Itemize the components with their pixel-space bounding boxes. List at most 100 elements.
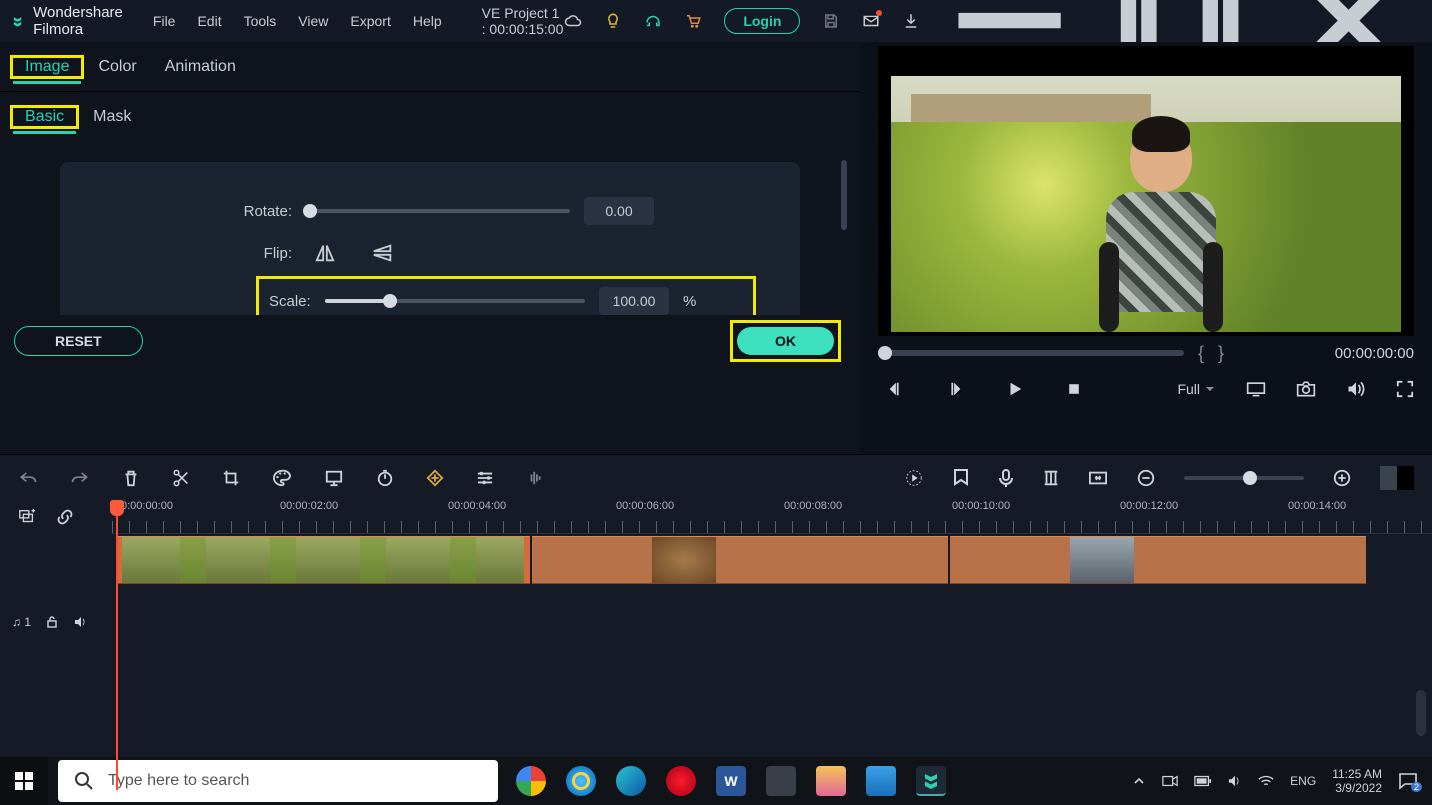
cloud-icon[interactable]: [564, 12, 582, 30]
playhead[interactable]: [116, 500, 118, 790]
flip-vertical-icon[interactable]: [372, 243, 394, 263]
time-ruler[interactable]: |00:00:00:00 00:00:02:00 00:00:04:00 00:…: [112, 500, 1432, 534]
app-logo-icon: [12, 10, 23, 32]
subtab-mask[interactable]: Mask: [79, 98, 145, 136]
audio-adjust-icon[interactable]: [526, 469, 546, 487]
scale-unit: %: [683, 293, 696, 310]
headphones-icon[interactable]: [644, 12, 662, 30]
taskbar-app-ie[interactable]: [566, 766, 596, 796]
taskbar-app-edge[interactable]: [616, 766, 646, 796]
flip-horizontal-icon[interactable]: [314, 243, 336, 263]
tab-color[interactable]: Color: [84, 48, 150, 86]
fullscreen-icon[interactable]: [1396, 380, 1414, 398]
scale-value[interactable]: 100.00: [599, 287, 669, 315]
taskbar-app-word[interactable]: W: [716, 766, 746, 796]
taskbar-app-resolve[interactable]: [766, 766, 796, 796]
lock-icon[interactable]: [45, 615, 59, 629]
tab-animation[interactable]: Animation: [151, 48, 250, 86]
clip-1[interactable]: [116, 536, 530, 584]
zoom-in-icon[interactable]: [1332, 468, 1352, 488]
color-icon[interactable]: [272, 469, 292, 487]
mail-icon[interactable]: [862, 12, 880, 30]
display-icon[interactable]: [1246, 380, 1266, 398]
rotate-label: Rotate:: [80, 203, 310, 220]
speed-icon[interactable]: [376, 469, 394, 487]
search-placeholder: Type here to search: [108, 772, 249, 790]
menu-edit[interactable]: Edit: [197, 13, 221, 29]
volume-icon[interactable]: [1346, 380, 1366, 398]
timeline-view-toggle[interactable]: [1380, 466, 1414, 490]
tray-wifi-icon[interactable]: [1258, 774, 1274, 788]
split-icon[interactable]: [172, 469, 190, 487]
snapshot-icon[interactable]: [1296, 380, 1316, 398]
taskbar-app-photos[interactable]: [866, 766, 896, 796]
link-icon[interactable]: [56, 508, 74, 526]
play-icon[interactable]: [1006, 380, 1024, 398]
properties-panel: Rotate: 0.00 Flip: Scale:: [0, 142, 855, 367]
clip-3[interactable]: [950, 536, 1366, 584]
stop-icon[interactable]: [1066, 381, 1082, 397]
save-icon[interactable]: [822, 12, 840, 30]
menu-export[interactable]: Export: [350, 13, 390, 29]
menu-view[interactable]: View: [298, 13, 328, 29]
taskbar-app-filmora[interactable]: [916, 766, 946, 796]
marker-icon[interactable]: [952, 468, 970, 488]
taskbar-search[interactable]: Type here to search: [58, 760, 498, 802]
tray-volume-icon[interactable]: [1228, 774, 1242, 788]
tray-notifications-icon[interactable]: 2: [1398, 772, 1418, 790]
menu-file[interactable]: File: [153, 13, 176, 29]
tab-image[interactable]: Image: [13, 52, 81, 84]
taskbar-app-opera[interactable]: [666, 766, 696, 796]
download-icon[interactable]: [902, 12, 920, 30]
menu-tools[interactable]: Tools: [244, 13, 277, 29]
taskbar-app-paint[interactable]: [816, 766, 846, 796]
scrub-slider[interactable]: [878, 350, 1184, 356]
timeline-vertical-scrollbar[interactable]: [1416, 690, 1426, 736]
mute-icon[interactable]: [73, 615, 87, 629]
menu-bar: File Edit Tools View Export Help: [153, 13, 442, 29]
scale-slider[interactable]: [325, 299, 585, 303]
render-icon[interactable]: [904, 468, 924, 488]
tray-chevron-up-icon[interactable]: [1132, 774, 1146, 788]
menu-help[interactable]: Help: [413, 13, 442, 29]
start-button[interactable]: [0, 757, 48, 805]
video-track-content[interactable]: [112, 534, 1432, 586]
audiomixer-icon[interactable]: [1042, 468, 1060, 488]
crop-icon[interactable]: [222, 469, 240, 487]
mark-in-brace[interactable]: {: [1198, 343, 1204, 364]
delete-icon[interactable]: [122, 469, 140, 487]
subtabs-row: Basic Mask: [0, 92, 860, 142]
lightbulb-icon[interactable]: [604, 12, 622, 30]
track-add-icon[interactable]: [18, 508, 36, 526]
zoom-slider[interactable]: [1184, 476, 1304, 480]
cart-icon[interactable]: [684, 12, 702, 30]
properties-scrollbar[interactable]: [841, 160, 847, 230]
rotate-slider[interactable]: [310, 209, 570, 213]
zoom-out-icon[interactable]: [1136, 468, 1156, 488]
clip-2[interactable]: [532, 536, 948, 584]
preview-scrub-row: { } 00:00:00:00: [878, 338, 1414, 368]
adjust-icon[interactable]: [476, 470, 494, 486]
login-button[interactable]: Login: [724, 8, 800, 34]
reset-button[interactable]: RESET: [14, 326, 143, 356]
voiceover-icon[interactable]: [998, 468, 1014, 488]
fit-icon[interactable]: [1088, 469, 1108, 487]
quality-dropdown[interactable]: Full: [1177, 381, 1216, 397]
redo-icon[interactable]: [70, 469, 90, 487]
undo-icon[interactable]: [18, 469, 38, 487]
tray-clock[interactable]: 11:25 AM 3/9/2022: [1332, 767, 1382, 795]
tray-language[interactable]: ENG: [1290, 774, 1316, 788]
greenscreen-icon[interactable]: [324, 469, 344, 487]
audio-track: ♫ 1: [0, 600, 1432, 644]
tray-battery-icon[interactable]: [1194, 775, 1212, 787]
next-frame-icon[interactable]: [946, 380, 964, 398]
windows-taskbar: Type here to search W ENG 11:25 AM 3/9/2…: [0, 757, 1432, 805]
ok-button[interactable]: OK: [737, 327, 834, 355]
prev-frame-icon[interactable]: [886, 380, 904, 398]
taskbar-app-chrome[interactable]: [516, 766, 546, 796]
tray-meet-icon[interactable]: [1162, 774, 1178, 788]
subtab-basic[interactable]: Basic: [13, 102, 76, 134]
mark-out-brace[interactable]: }: [1218, 343, 1224, 364]
keyframe-icon[interactable]: [426, 469, 444, 487]
rotate-value[interactable]: 0.00: [584, 197, 654, 225]
